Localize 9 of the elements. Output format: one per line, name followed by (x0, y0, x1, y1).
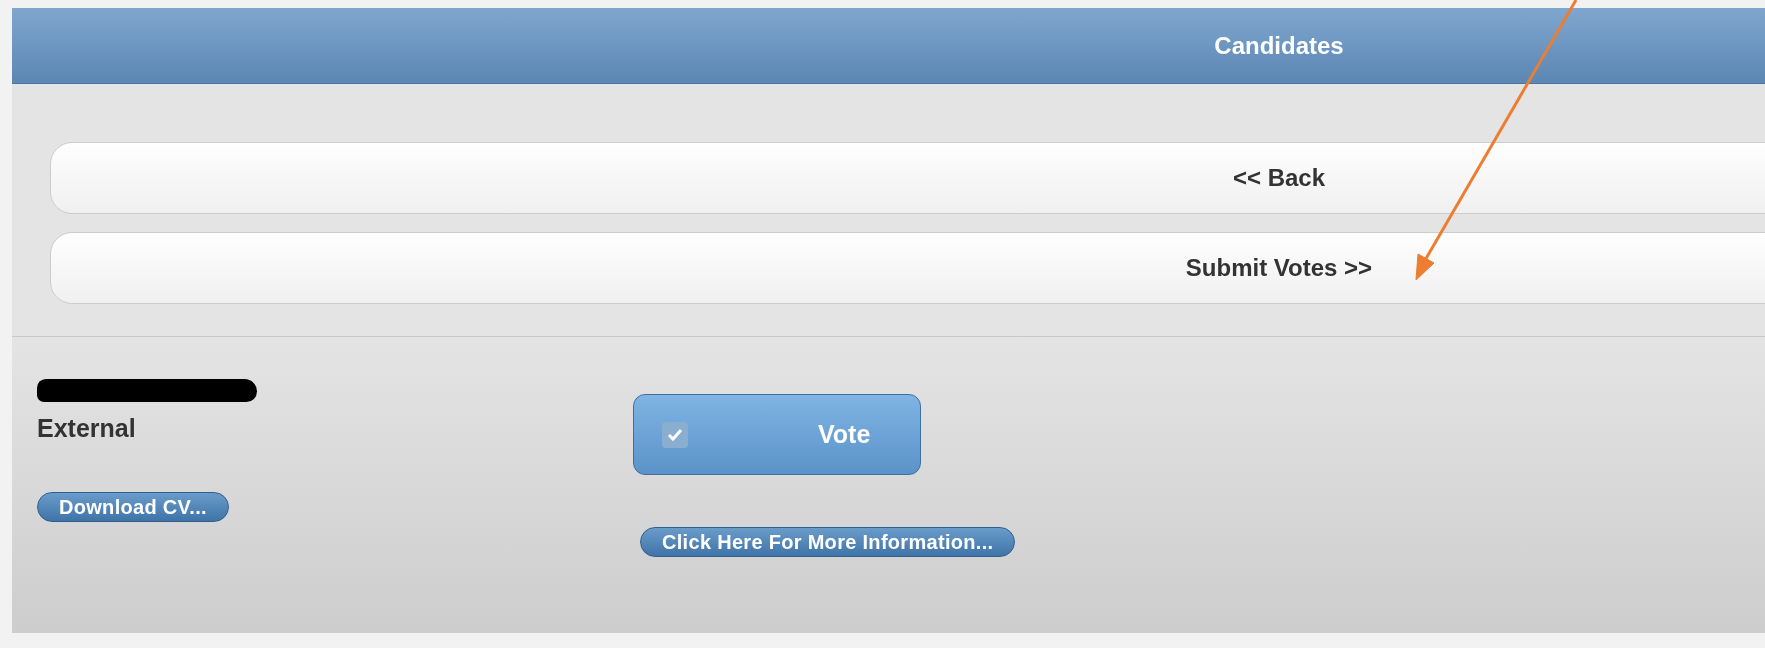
header-bar: Candidates (12, 8, 1765, 84)
more-information-button[interactable]: Click Here For More Information... (640, 527, 1016, 557)
candidate-type: External (37, 413, 136, 444)
download-cv-button[interactable]: Download CV... (37, 491, 229, 522)
vote-button[interactable]: Vote (633, 394, 921, 475)
submit-votes-button[interactable]: Submit Votes >> (50, 232, 1765, 304)
vote-checkbox[interactable] (662, 421, 688, 448)
back-button[interactable]: << Back (50, 142, 1765, 214)
check-icon (667, 427, 683, 442)
